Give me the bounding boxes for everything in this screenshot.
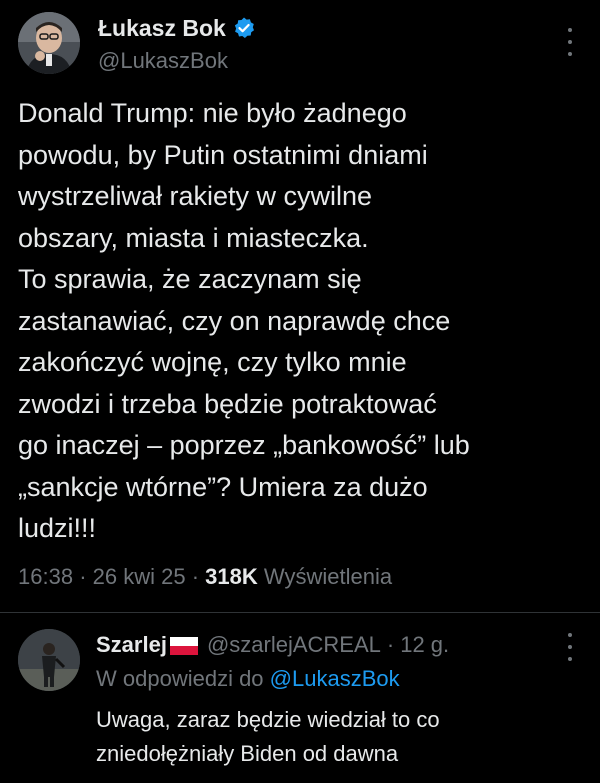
post-meta: 16:38 · 26 kwi 25 · 318K Wyświetlenia — [18, 563, 392, 591]
reply-age[interactable]: 12 g. — [400, 631, 449, 659]
views-count: 318K — [205, 564, 258, 589]
reply-separator: · — [386, 632, 395, 657]
reply-post: Szarlej @szarlejACREAL · 12 g. W odpowie… — [0, 613, 600, 783]
author-display-name[interactable]: Łukasz Bok — [98, 14, 226, 42]
reply-to-label: W odpowiedzi do — [96, 666, 264, 691]
post-time[interactable]: 16:38 — [18, 564, 73, 589]
main-post: Łukasz Bok @LukaszBok Donald Trump: nie … — [0, 0, 600, 612]
reply-to-mention[interactable]: @LukaszBok — [270, 666, 400, 691]
author-name-row: Łukasz Bok — [98, 14, 256, 42]
views-label: Wyświetlenia — [263, 564, 393, 589]
meta-separator: · — [79, 564, 87, 589]
reply-header: Szarlej @szarlejACREAL · 12 g. — [96, 631, 449, 659]
more-vertical-icon[interactable] — [565, 28, 575, 56]
post-text: Donald Trump: nie było żadnego powodu, b… — [18, 98, 470, 543]
reply-to-line: W odpowiedzi do @LukaszBok — [96, 665, 400, 693]
reply-more-vertical-icon[interactable] — [565, 633, 575, 661]
reply-author-name[interactable]: Szarlej — [96, 631, 167, 659]
meta-separator: · — [191, 564, 200, 589]
post-date[interactable]: 26 kwi 25 — [93, 564, 186, 589]
author-avatar[interactable] — [18, 12, 80, 74]
author-handle[interactable]: @LukaszBok — [98, 47, 228, 75]
poland-flag-icon — [169, 635, 199, 655]
reply-author-avatar[interactable] — [18, 629, 80, 691]
verified-badge-icon — [232, 16, 256, 40]
reply-author-handle[interactable]: @szarlejACREAL — [207, 631, 381, 659]
reply-text: Uwaga, zaraz będzie wiedział to co znied… — [96, 707, 440, 766]
